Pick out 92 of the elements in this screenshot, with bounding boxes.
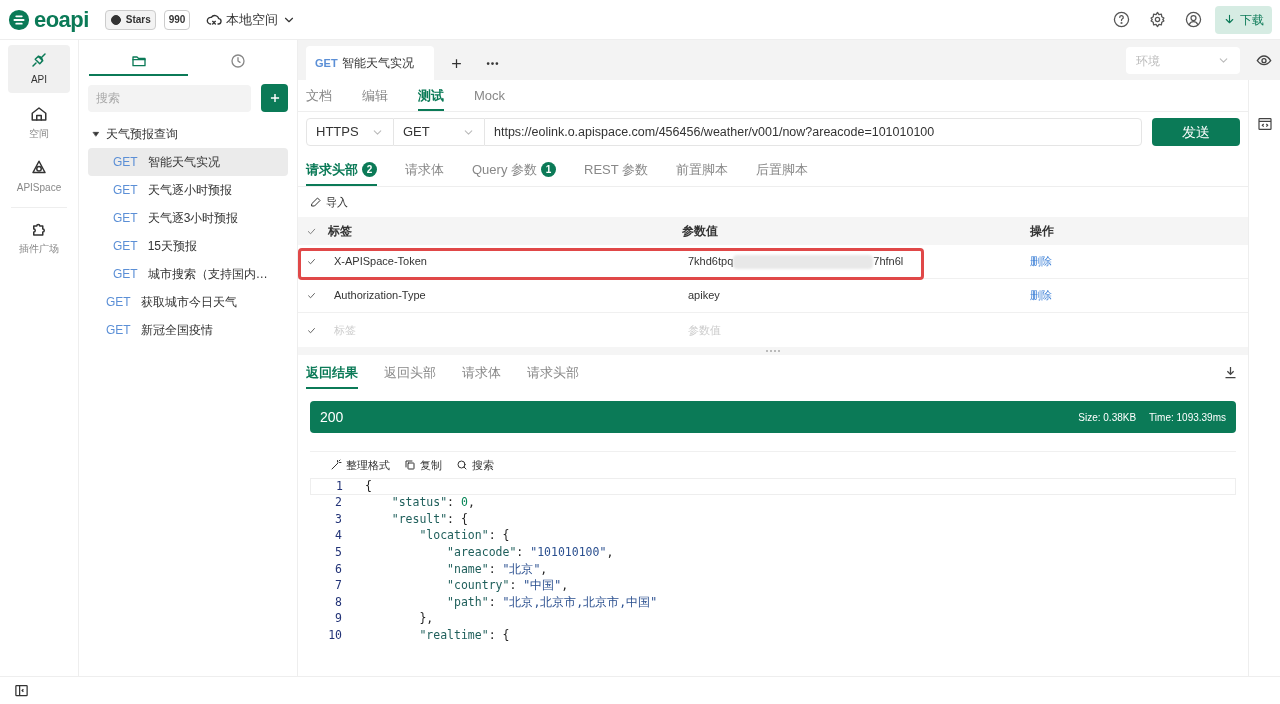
url-field[interactable]: https://eolink.o.apispace.com/456456/weather/v001/now?areacode=101010100 xyxy=(484,118,1142,146)
line-number: 4 xyxy=(334,527,342,545)
tool-button[interactable]: 搜索 xyxy=(456,456,494,474)
protocol-select[interactable]: HTTPS xyxy=(306,118,394,146)
count-badge: 2 xyxy=(362,162,377,177)
code-line: { xyxy=(364,477,372,495)
code-line: "path": "北京,北京市,北京市,中国" xyxy=(446,593,658,611)
table-cell: Authorization-Type xyxy=(334,289,426,302)
tab[interactable]: REST 参数 xyxy=(584,155,649,186)
code-line: "result": { xyxy=(390,510,468,528)
request-item[interactable]: GET 新冠全国疫情 xyxy=(88,316,288,344)
tool-button[interactable]: 复制 xyxy=(404,456,442,474)
code-line: "country": "中国", xyxy=(446,577,569,595)
sidebar-toggle-icon[interactable] xyxy=(14,683,29,698)
line-number: 10 xyxy=(327,627,342,644)
count-badge: 1 xyxy=(541,162,556,177)
code-line: "areacode": "101010100", xyxy=(446,544,614,562)
table-cell-text: apikey xyxy=(688,288,720,304)
tab[interactable]: 编辑 xyxy=(362,82,388,111)
code-line: "realtime": { xyxy=(418,627,510,644)
request-item[interactable]: GET 15天预报 xyxy=(88,232,288,260)
column-header: 操作 xyxy=(1030,224,1054,238)
request-item[interactable]: GET 天气逐小时预报 xyxy=(88,176,288,204)
request-item[interactable]: GET 天气逐3小时预报 xyxy=(88,204,288,232)
delete-link[interactable]: 删除 xyxy=(1030,289,1052,302)
tab[interactable]: 文档 xyxy=(306,82,332,111)
stars-button[interactable]: Stars xyxy=(104,9,156,30)
code-line: }, xyxy=(418,610,434,628)
rail-item[interactable]: 插件广场 xyxy=(8,214,70,262)
tab[interactable]: 请求头部 xyxy=(527,359,579,389)
line-number: 8 xyxy=(334,593,342,611)
request-item[interactable]: GET 智能天气实况 xyxy=(88,148,288,176)
request-item[interactable]: GET 获取城市今日天气 xyxy=(88,288,288,316)
caret-icon xyxy=(92,130,100,138)
delete-link[interactable]: 删除 xyxy=(1030,255,1052,268)
search-field[interactable]: 搜索 xyxy=(88,84,251,112)
copy-icon xyxy=(404,459,416,471)
rail-item[interactable]: APISpace xyxy=(8,153,70,201)
edit-icon xyxy=(310,196,322,208)
arrow-down-icon xyxy=(1223,13,1236,26)
logo-icon xyxy=(8,8,30,31)
download-icon[interactable] xyxy=(1223,364,1238,380)
tool-button[interactable]: 整理格式 xyxy=(330,456,390,474)
code-icon[interactable] xyxy=(1256,116,1273,132)
line-number: 6 xyxy=(334,560,342,578)
code-line: "name": "北京", xyxy=(446,560,548,578)
group-item[interactable]: 天气预报查询 xyxy=(88,120,288,148)
folder-icon xyxy=(130,53,147,69)
send-button[interactable]: 发送 xyxy=(1152,118,1240,146)
tab[interactable]: Mock xyxy=(474,82,506,111)
column-header: 参数值 xyxy=(682,224,718,238)
table-cell-text: 7khd6tpq xyxy=(688,254,734,270)
table-cell: X-APISpace-Token xyxy=(334,255,427,268)
tab[interactable]: 请求头部 2 xyxy=(306,155,377,186)
line-number: 3 xyxy=(334,510,342,528)
tab[interactable]: 前置脚本 xyxy=(676,155,729,186)
time-label: Time: 1093.39ms xyxy=(1149,410,1226,425)
search-icon xyxy=(456,459,468,471)
code-line: "location": { xyxy=(418,527,510,545)
size-label: Size: 0.38KB xyxy=(1078,410,1137,425)
stars-count: 990 xyxy=(163,9,191,30)
home-icon xyxy=(30,105,48,123)
tab[interactable]: 测试 xyxy=(418,82,444,111)
add-button[interactable] xyxy=(261,84,288,112)
request-item[interactable]: GET 城市搜索（支持国内… xyxy=(88,260,288,288)
tab[interactable]: 请求体 xyxy=(462,359,501,389)
tab[interactable]: 请求体 xyxy=(405,155,444,186)
workspace-dropdown[interactable]: 本地空间 xyxy=(206,9,297,30)
line-number: 2 xyxy=(334,494,342,512)
code-line: "status": 0, xyxy=(390,494,475,512)
tab[interactable]: Query 参数 1 xyxy=(472,155,556,186)
history-icon xyxy=(229,53,246,69)
rail-item[interactable]: 空间 xyxy=(8,99,70,147)
line-number: 7 xyxy=(334,577,342,595)
status-code: 200 xyxy=(320,407,345,427)
open-tab[interactable]: GET 智能天气实况 xyxy=(306,46,434,80)
wand-icon xyxy=(330,459,342,471)
line-number: 1 xyxy=(335,477,343,495)
method-select[interactable]: GET xyxy=(394,118,484,146)
logo-text: eoapi xyxy=(34,8,89,31)
plug-icon xyxy=(30,51,48,69)
resize-handle[interactable] xyxy=(766,350,780,352)
line-number: 9 xyxy=(334,610,342,628)
tab[interactable]: 返回结果 xyxy=(306,359,358,389)
tab[interactable]: 后置脚本 xyxy=(756,155,809,186)
rail-item[interactable]: API xyxy=(8,45,70,93)
download-button[interactable]: 下载 xyxy=(1215,5,1272,34)
import-button[interactable]: 导入 xyxy=(310,193,348,211)
column-header: 标签 xyxy=(328,224,352,238)
table-cell-text: 7hfn6l xyxy=(873,254,904,270)
tab[interactable]: 返回头部 xyxy=(384,359,436,389)
line-number: 5 xyxy=(334,544,342,562)
